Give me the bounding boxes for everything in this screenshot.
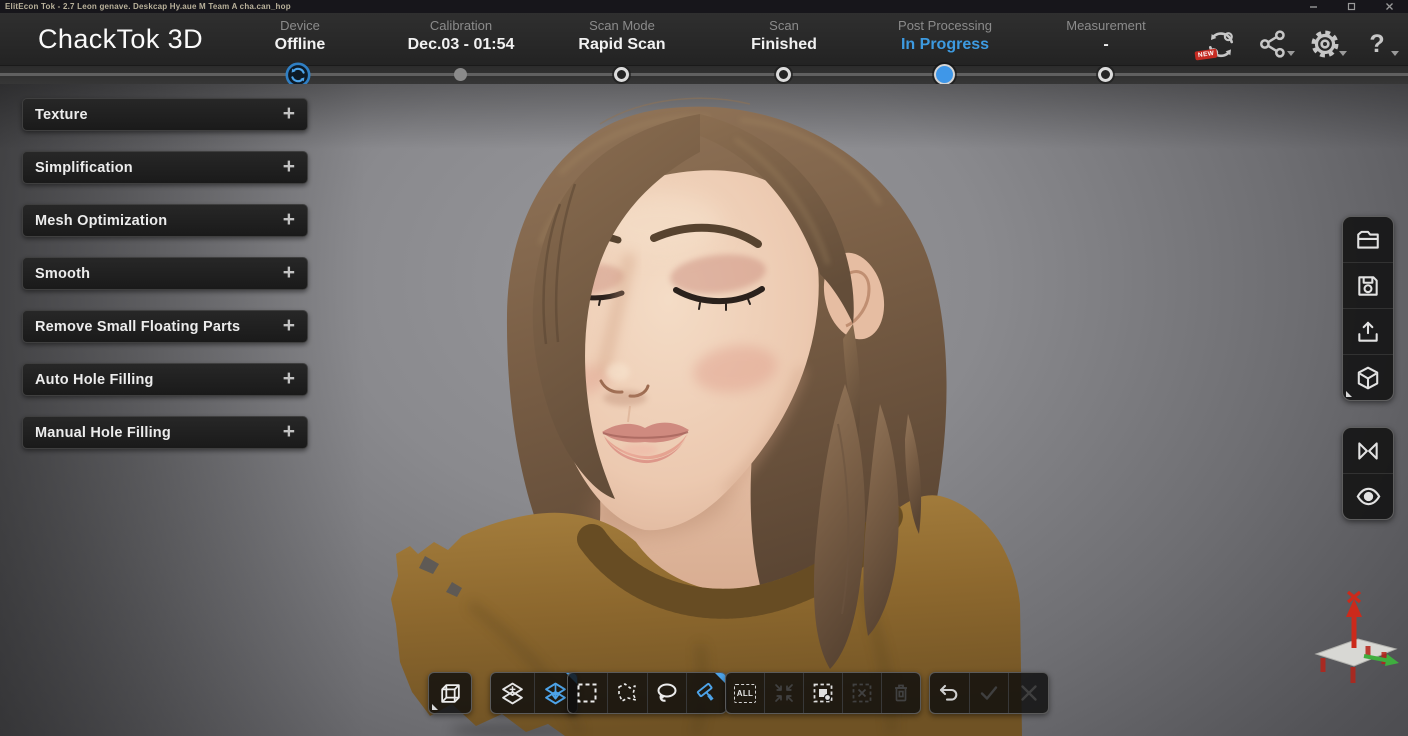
delete-key-button[interactable] (882, 673, 920, 713)
layers-visible-icon (543, 681, 568, 706)
sidebar-item-texture[interactable]: Texture + (22, 98, 308, 131)
selection-tools-group (567, 672, 727, 714)
update-icon[interactable]: NEW (1202, 26, 1240, 62)
help-icon[interactable]: ? (1358, 26, 1396, 62)
paint-select-button[interactable] (687, 673, 726, 713)
deselect-all-button[interactable] (765, 673, 804, 713)
sidebar-item-smooth[interactable]: Smooth + (22, 257, 308, 290)
polygon-select-icon (615, 681, 639, 705)
chevron-down-icon (1287, 51, 1295, 56)
expand-plus-icon[interactable]: + (283, 156, 295, 177)
trash-icon (889, 681, 913, 705)
progress-line (0, 73, 1408, 76)
expand-plus-icon[interactable]: + (283, 421, 295, 442)
export-model-button[interactable] (1343, 309, 1393, 355)
expand-plus-icon[interactable]: + (283, 262, 295, 283)
window-controls (1308, 1, 1394, 11)
view-box-group (428, 672, 472, 714)
selection-mode-group (490, 672, 578, 714)
view-box-button[interactable] (429, 673, 471, 713)
mirror-view-button[interactable] (1343, 428, 1393, 474)
cancel-button[interactable] (1009, 673, 1048, 713)
undo-icon (937, 681, 961, 705)
sidebar-item-simplification[interactable]: Simplification + (22, 151, 308, 184)
save-project-button[interactable] (1343, 263, 1393, 309)
axis-gizmo-graphic (1306, 590, 1402, 710)
calibration-dot[interactable] (454, 68, 467, 81)
stage-measurement: Measurement - (1006, 18, 1206, 54)
window-titlebar[interactable]: ElitEcon Tok - 2.7 Leon genave. Deskcap … (0, 0, 1408, 13)
share-icon[interactable] (1254, 26, 1292, 62)
view-toolbar (1342, 427, 1394, 520)
select-all-icon: ALL (734, 684, 756, 703)
sidebar-item-mesh-optimization[interactable]: Mesh Optimization + (22, 204, 308, 237)
flyout-corner-icon (432, 704, 438, 710)
post-processing-panel: Texture + Simplification + Mesh Optimiza… (22, 98, 308, 469)
chevron-down-icon (1391, 51, 1399, 56)
scan-dot[interactable] (776, 67, 791, 82)
rectangle-select-icon (575, 681, 599, 705)
open-project-button[interactable] (1343, 217, 1393, 263)
save-icon (1355, 273, 1381, 299)
chevron-down-icon (1339, 51, 1347, 56)
measurement-dot[interactable] (1098, 67, 1113, 82)
sidebar-item-manual-hole-filling[interactable]: Manual Hole Filling + (22, 416, 308, 449)
stage-label: Measurement (1006, 18, 1206, 33)
lasso-select-button[interactable] (648, 673, 688, 713)
cube-icon (1355, 365, 1381, 391)
expand-plus-icon[interactable]: + (283, 103, 295, 124)
delete-selection-button[interactable] (843, 673, 882, 713)
expand-plus-icon[interactable]: + (283, 209, 295, 230)
app-header: ChackTok 3D Device Offline Calibration D… (0, 13, 1408, 66)
expand-plus-icon[interactable]: + (283, 368, 295, 389)
sidebar-item-auto-hole-filling[interactable]: Auto Hole Filling + (22, 363, 308, 396)
upload-icon (1355, 319, 1381, 345)
workflow-progress-bar (0, 66, 1408, 85)
app-window: { "titlebar": { "text": "ElitEcon Tok - … (0, 0, 1408, 736)
edit-actions-group (929, 672, 1049, 714)
wireframe-box-icon (438, 681, 463, 706)
maximize-icon[interactable] (1346, 1, 1356, 11)
axis-gizmo[interactable] (1306, 590, 1402, 710)
apply-button[interactable] (970, 673, 1010, 713)
select-all-button[interactable]: ALL (726, 673, 765, 713)
collapse-arrows-icon (772, 681, 796, 705)
invert-selection-button[interactable] (804, 673, 843, 713)
expand-plus-icon[interactable]: + (283, 315, 295, 336)
delete-x-icon (850, 681, 874, 705)
select-through-layers-button[interactable] (491, 673, 535, 713)
window-title-text: ElitEcon Tok - 2.7 Leon genave. Deskcap … (5, 2, 291, 11)
x-icon (1017, 681, 1041, 705)
minimize-icon[interactable] (1308, 1, 1318, 11)
flyout-corner-icon (1346, 391, 1352, 397)
visibility-button[interactable] (1343, 474, 1393, 519)
check-icon (977, 681, 1001, 705)
app-logo: ChackTok 3D (38, 24, 203, 55)
close-icon[interactable] (1384, 1, 1394, 11)
scan-mode-dot[interactable] (614, 67, 629, 82)
polygon-select-button[interactable] (608, 673, 648, 713)
paint-brush-icon (695, 681, 719, 705)
settings-gear-icon[interactable] (1306, 26, 1344, 62)
eye-icon (1355, 483, 1382, 510)
rectangle-select-button[interactable] (568, 673, 608, 713)
invert-selection-icon (811, 681, 835, 705)
post-processing-dot[interactable] (934, 64, 955, 85)
model-display-mode-button[interactable] (1343, 355, 1393, 400)
mirror-icon (1355, 438, 1381, 464)
selection-ops-group: ALL (725, 672, 921, 714)
sidebar-item-remove-small-floating-parts[interactable]: Remove Small Floating Parts + (22, 310, 308, 343)
header-icon-cluster: NEW ? (1202, 26, 1396, 62)
file-toolbar (1342, 216, 1394, 401)
layers-icon (500, 681, 525, 706)
lasso-select-icon (655, 681, 679, 705)
undo-button[interactable] (930, 673, 970, 713)
folder-icon (1355, 227, 1381, 253)
stage-value: - (1006, 36, 1206, 54)
